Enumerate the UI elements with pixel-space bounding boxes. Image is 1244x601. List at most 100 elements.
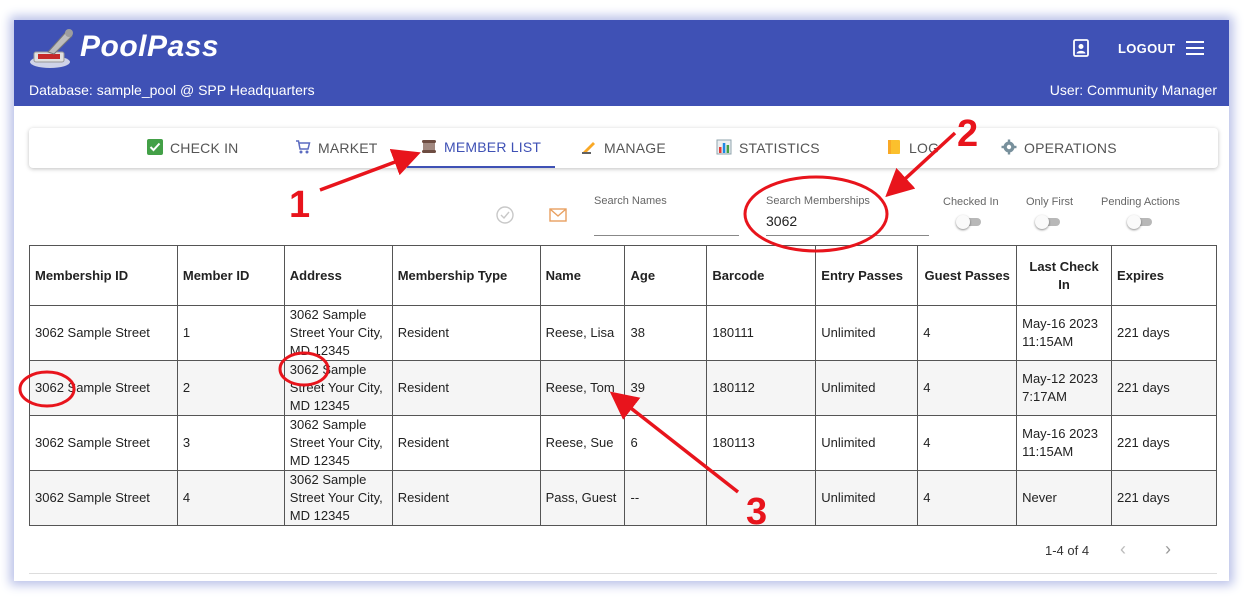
table-cell: Pass, Guest xyxy=(539,470,626,526)
search-memberships-input[interactable]: 3062 xyxy=(766,213,797,229)
table-cell: Resident xyxy=(391,360,541,416)
table-row[interactable]: 3062 Sample Street 2 3062 Sample Street … xyxy=(29,360,1217,416)
pending-actions-label: Pending Actions xyxy=(1101,196,1180,208)
app-title: PoolPass xyxy=(80,30,220,63)
column-header[interactable]: Name xyxy=(539,245,626,306)
table-cell: 38 xyxy=(624,305,708,361)
table-row[interactable]: 3062 Sample Street 4 3062 Sample Street … xyxy=(29,470,1217,526)
table-cell: 221 days xyxy=(1111,415,1217,471)
table-row[interactable]: 3062 Sample Street 1 3062 Sample Street … xyxy=(29,305,1217,361)
check-circle-icon[interactable] xyxy=(496,206,514,224)
column-header[interactable]: Address xyxy=(283,245,393,306)
table-cell: 3062 Sample Street Your City, MD 12345 xyxy=(283,360,393,416)
table-cell: 3062 Sample Street xyxy=(29,360,178,416)
tab-operations[interactable]: OPERATIONS xyxy=(1001,128,1117,168)
column-header[interactable]: Entry Passes xyxy=(815,245,919,306)
app-bar: PoolPass Database: sample_pool @ SPP Hea… xyxy=(14,20,1229,106)
cart-icon xyxy=(295,139,311,158)
member-table: Membership ID Member ID Address Membersh… xyxy=(29,245,1217,526)
pagination-range: 1-4 of 4 xyxy=(1045,543,1090,558)
tab-statistics[interactable]: STATISTICS xyxy=(716,128,820,168)
column-header[interactable]: Guest Passes xyxy=(917,245,1018,306)
check-box-icon xyxy=(147,138,163,158)
table-cell: May-16 2023 11:15AM xyxy=(1016,415,1113,471)
user-label: User: Community Manager xyxy=(1049,82,1217,98)
table-cell: 3062 Sample Street Your City, MD 12345 xyxy=(283,305,393,361)
account-box-icon[interactable] xyxy=(1072,39,1090,57)
search-names-underline xyxy=(594,235,739,236)
table-cell: -- xyxy=(624,470,708,526)
tab-label: MEMBER LIST xyxy=(444,139,542,155)
table-cell: 3062 Sample Street xyxy=(29,305,178,361)
column-header[interactable]: Membership Type xyxy=(391,245,541,306)
tab-label: MANAGE xyxy=(604,140,666,156)
search-memberships-underline xyxy=(766,235,929,236)
tab-market[interactable]: MARKET xyxy=(295,128,378,168)
table-cell: 3062 Sample Street xyxy=(29,415,178,471)
table-cell: Unlimited xyxy=(815,360,919,416)
database-label: Database: sample_pool @ SPP Headquarters xyxy=(29,82,315,98)
next-page-icon[interactable]: › xyxy=(1165,539,1171,560)
search-memberships-label: Search Memberships xyxy=(766,195,870,207)
only-first-toggle[interactable] xyxy=(1035,215,1061,229)
column-header[interactable]: Age xyxy=(624,245,708,306)
table-header-row: Membership ID Member ID Address Membersh… xyxy=(29,245,1217,306)
table-cell: Resident xyxy=(391,305,541,361)
table-cell: 1 xyxy=(176,305,285,361)
column-header[interactable]: Barcode xyxy=(706,245,817,306)
table-cell: May-16 2023 11:15AM xyxy=(1016,305,1113,361)
tab-bar: CHECK IN MARKET MEMBER LIST MANAGE STATI… xyxy=(29,128,1218,168)
logout-button[interactable]: LOGOUT xyxy=(1118,41,1175,56)
table-cell: 6 xyxy=(624,415,708,471)
app-window: PoolPass Database: sample_pool @ SPP Hea… xyxy=(14,20,1229,581)
table-cell: Unlimited xyxy=(815,470,919,526)
bar-chart-icon xyxy=(716,139,732,158)
table-cell: 4 xyxy=(917,470,1018,526)
table-cell: 4 xyxy=(917,360,1018,416)
table-cell: Reese, Tom xyxy=(539,360,626,416)
previous-page-icon[interactable]: ‹ xyxy=(1120,539,1126,560)
table-cell: 221 days xyxy=(1111,470,1217,526)
table-cell: 180112 xyxy=(706,360,817,416)
tab-manage[interactable]: MANAGE xyxy=(581,128,666,168)
writing-hand-icon xyxy=(581,139,597,158)
only-first-label: Only First xyxy=(1026,196,1074,208)
table-cell: 4 xyxy=(176,470,285,526)
stamp-logo-icon xyxy=(30,29,73,68)
column-header[interactable]: Membership ID xyxy=(29,245,178,306)
table-cell: 221 days xyxy=(1111,360,1217,416)
filter-bar: Search Names Search Memberships 3062 Che… xyxy=(14,180,1229,250)
tab-log[interactable]: LOG xyxy=(886,128,939,168)
column-header[interactable]: Member ID xyxy=(176,245,285,306)
table-cell: 221 days xyxy=(1111,305,1217,361)
tab-label: MARKET xyxy=(318,140,378,156)
notebook-icon xyxy=(886,139,902,158)
mail-icon[interactable] xyxy=(549,208,567,222)
hamburger-menu-icon[interactable] xyxy=(1186,41,1204,55)
table-cell: 3 xyxy=(176,415,285,471)
table-cell: 2 xyxy=(176,360,285,416)
table-cell: 39 xyxy=(624,360,708,416)
column-header[interactable]: Expires xyxy=(1111,245,1217,306)
table-cell: Unlimited xyxy=(815,305,919,361)
table-cell: Resident xyxy=(391,470,541,526)
table-cell: Resident xyxy=(391,415,541,471)
table-footer-divider xyxy=(29,573,1217,574)
table-cell xyxy=(706,470,817,526)
column-header[interactable]: Last Check In xyxy=(1016,245,1113,306)
checked-in-toggle[interactable] xyxy=(956,215,982,229)
table-cell: Reese, Sue xyxy=(539,415,626,471)
table-cell: 4 xyxy=(917,305,1018,361)
table-cell: 4 xyxy=(917,415,1018,471)
tab-member-list[interactable]: MEMBER LIST xyxy=(407,128,556,168)
tab-label: OPERATIONS xyxy=(1024,140,1117,156)
table-cell: 3062 Sample Street Your City, MD 12345 xyxy=(283,415,393,471)
tab-check-in[interactable]: CHECK IN xyxy=(147,128,239,168)
table-cell: 180111 xyxy=(706,305,817,361)
search-names-label: Search Names xyxy=(594,195,667,207)
table-cell: 180113 xyxy=(706,415,817,471)
pending-actions-toggle[interactable] xyxy=(1127,215,1153,229)
tab-label: STATISTICS xyxy=(739,140,820,156)
table-row[interactable]: 3062 Sample Street 3 3062 Sample Street … xyxy=(29,415,1217,471)
table-cell: 3062 Sample Street Your City, MD 12345 xyxy=(283,470,393,526)
